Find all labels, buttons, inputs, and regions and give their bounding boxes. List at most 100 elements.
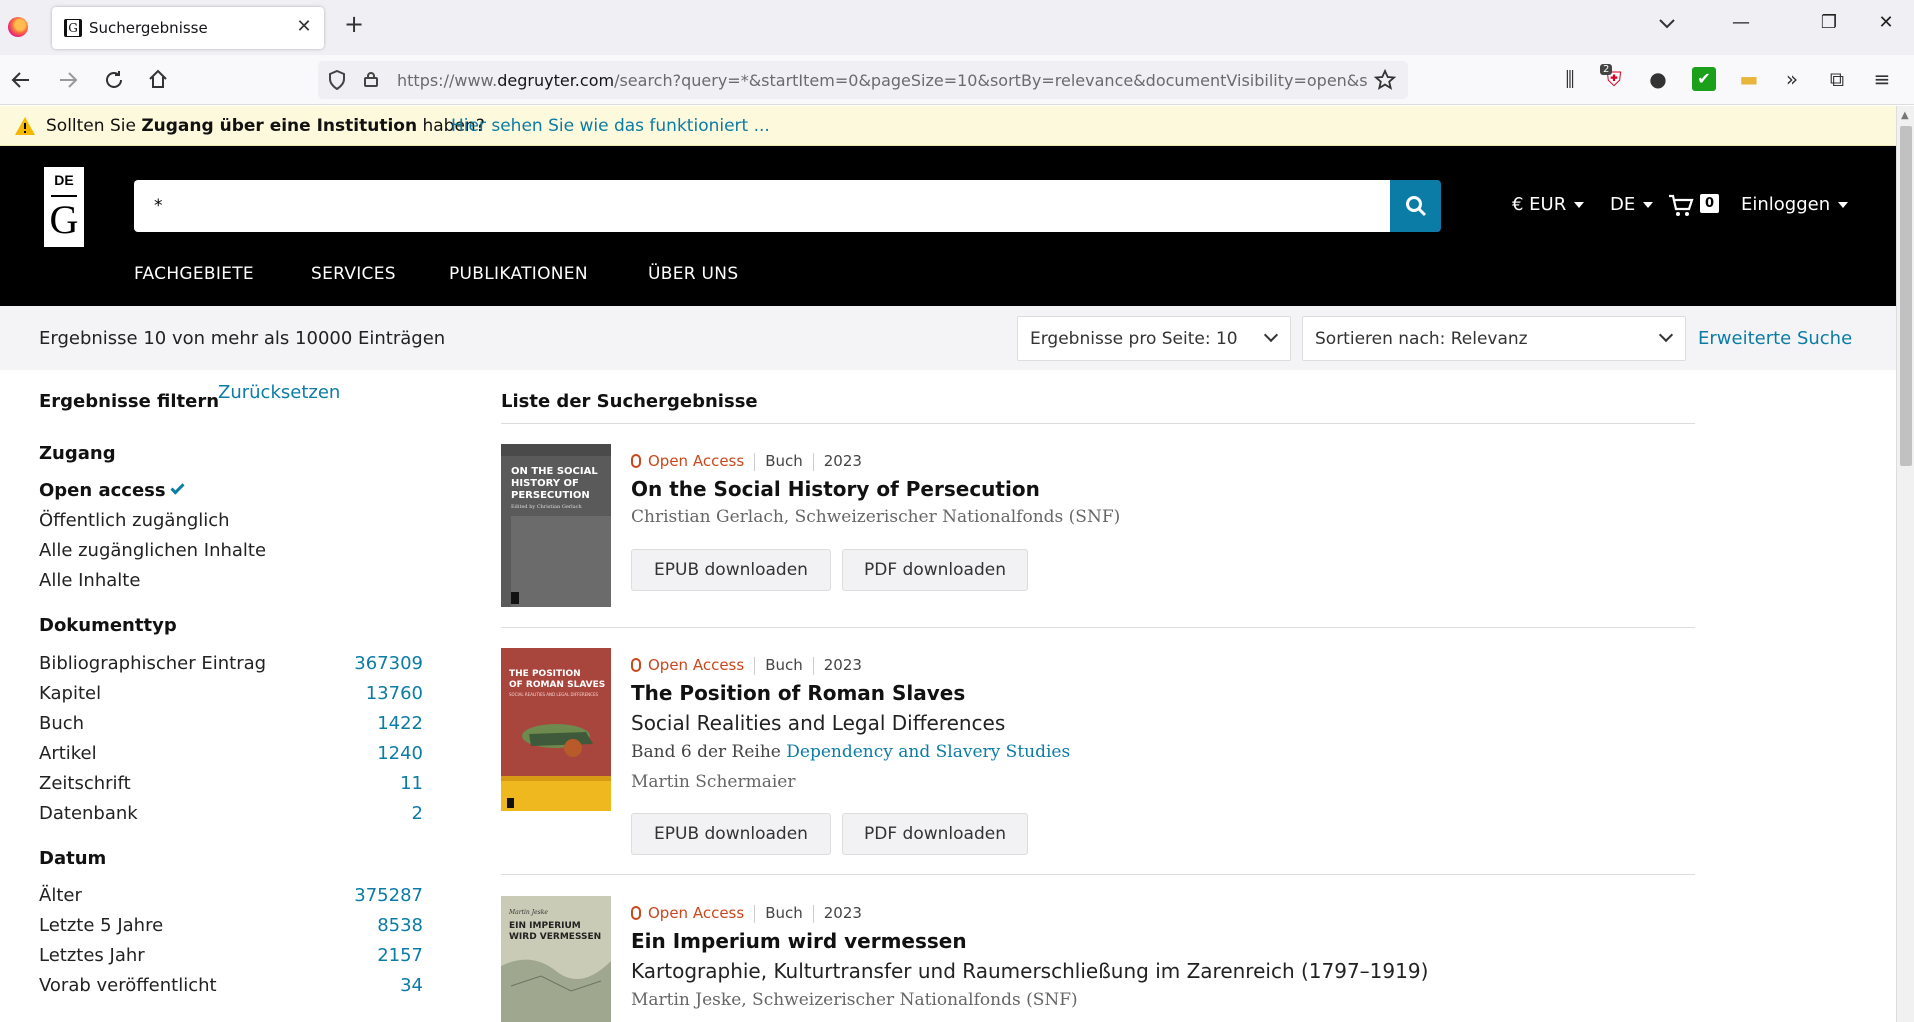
- search-input[interactable]: [154, 192, 1354, 220]
- nav-publikationen[interactable]: PUBLIKATIONEN: [449, 264, 588, 284]
- doctype-row[interactable]: Zeitschrift 11: [39, 773, 423, 799]
- results-bar: Ergebnisse 10 von mehr als 10000 Einträg…: [0, 306, 1896, 370]
- nav-fachgebiete[interactable]: FACHGEBIETE: [134, 264, 254, 284]
- pdf-download-button[interactable]: PDF downloaden: [842, 813, 1028, 855]
- currency-dropdown[interactable]: € EUR: [1512, 194, 1585, 215]
- result-year: 2023: [823, 904, 862, 922]
- scroll-up-icon[interactable]: ▲: [1901, 110, 1909, 121]
- result-type: Buch: [765, 452, 803, 470]
- minimize-icon[interactable]: —: [1723, 12, 1759, 33]
- doctype-row[interactable]: Buch 1422: [39, 713, 423, 739]
- new-tab-icon[interactable]: +: [344, 10, 364, 38]
- restore-icon[interactable]: ❐: [1811, 12, 1847, 33]
- page-scrollbar[interactable]: ▲: [1896, 106, 1914, 1022]
- notice-link[interactable]: Hier sehen Sie wie das funktioniert ...: [451, 116, 770, 136]
- more-tools-icon[interactable]: »: [1780, 67, 1804, 91]
- result-title[interactable]: On the Social History of Persecution: [631, 477, 1040, 501]
- login-dropdown[interactable]: Einloggen: [1741, 194, 1849, 215]
- meta-separator: [754, 452, 756, 471]
- cover-title-line: OF ROMAN SLAVES: [509, 680, 605, 690]
- extensions-puzzle-icon[interactable]: ⧉: [1825, 67, 1849, 91]
- cover-title-line: WIRD VERMESSEN: [509, 932, 601, 942]
- epub-download-button[interactable]: EPUB downloaden: [631, 549, 831, 591]
- caret-down-icon: [1574, 202, 1585, 208]
- doctype-count[interactable]: 2: [412, 803, 423, 824]
- reload-icon[interactable]: [103, 69, 125, 91]
- nav-services[interactable]: SERVICES: [311, 264, 396, 284]
- advanced-search-link[interactable]: Erweiterte Suche: [1698, 328, 1852, 349]
- access-option-all[interactable]: Alle Inhalte: [39, 570, 140, 591]
- doctype-count[interactable]: 367309: [354, 653, 423, 674]
- result-item: Martin Jeske EIN IMPERIUM WIRD VERMESSEN…: [501, 896, 1695, 1022]
- extension-bulb-icon[interactable]: ●: [1646, 67, 1670, 91]
- notice-text: Sollten Sie Zugang über eine Institution…: [46, 116, 485, 136]
- doctype-label: Kapitel: [39, 683, 102, 704]
- date-count[interactable]: 8538: [377, 915, 423, 936]
- url-bar[interactable]: https://www.degruyter.com/search?query=*…: [318, 61, 1408, 99]
- tab-list-chevron-icon[interactable]: [1658, 18, 1676, 30]
- doctype-row[interactable]: Datenbank 2: [39, 803, 423, 829]
- window-close-icon[interactable]: ✕: [1868, 12, 1904, 33]
- cover-title-line: HISTORY OF: [511, 478, 579, 489]
- book-cover-image[interactable]: Martin Jeske EIN IMPERIUM WIRD VERMESSEN: [501, 896, 611, 1022]
- per-page-select[interactable]: Ergebnisse pro Seite: 10: [1017, 316, 1291, 361]
- result-year: 2023: [823, 656, 862, 674]
- date-count[interactable]: 34: [400, 975, 423, 996]
- browser-tab[interactable]: G Suchergebnisse ✕: [52, 7, 324, 49]
- date-label: Vorab veröffentlicht: [39, 975, 217, 996]
- date-row[interactable]: Letzte 5 Jahre 8538: [39, 915, 423, 941]
- pdf-download-button[interactable]: PDF downloaden: [842, 549, 1028, 591]
- book-cover-image[interactable]: THE POSITION OF ROMAN SLAVES SOCIAL REAL…: [501, 648, 611, 811]
- bookmark-star-icon[interactable]: [1374, 69, 1396, 91]
- epub-download-button[interactable]: EPUB downloaden: [631, 813, 831, 855]
- doctype-count[interactable]: 1422: [377, 713, 423, 734]
- result-subtitle: Kartographie, Kulturtransfer und Raumers…: [631, 959, 1429, 983]
- firefox-logo-icon[interactable]: [8, 17, 28, 37]
- access-option-accessible[interactable]: Alle zugänglichen Inhalte: [39, 540, 266, 561]
- degruyter-logo[interactable]: DE G: [44, 167, 84, 247]
- access-option-public[interactable]: Öffentlich zugänglich: [39, 510, 230, 531]
- search-button[interactable]: [1390, 180, 1441, 232]
- extension-check-icon[interactable]: ✔: [1692, 67, 1716, 91]
- book-cover-image[interactable]: ON THE SOCIAL HISTORY OF PERSECUTION Edi…: [501, 444, 611, 607]
- doctype-count[interactable]: 11: [400, 773, 423, 794]
- doctype-row[interactable]: Kapitel 13760: [39, 683, 423, 709]
- url-text[interactable]: https://www.degruyter.com/search?query=*…: [397, 71, 1367, 90]
- tracking-shield-icon[interactable]: [328, 70, 346, 90]
- doctype-count[interactable]: 13760: [366, 683, 423, 704]
- home-icon[interactable]: [147, 68, 169, 90]
- date-row[interactable]: Letztes Jahr 2157: [39, 945, 423, 971]
- cart-icon[interactable]: [1668, 194, 1694, 218]
- result-meta: Open Access Buch 2023: [631, 452, 862, 471]
- lock-icon[interactable]: [364, 71, 378, 87]
- date-count[interactable]: 375287: [354, 885, 423, 906]
- cart-count-badge[interactable]: 0: [1700, 194, 1720, 213]
- app-menu-icon[interactable]: ≡: [1870, 67, 1894, 91]
- forward-arrow-icon[interactable]: [57, 69, 79, 91]
- doctype-count[interactable]: 1240: [377, 743, 423, 764]
- cover-title-line: ON THE SOCIAL: [511, 466, 598, 477]
- doctype-row[interactable]: Artikel 1240: [39, 743, 423, 769]
- language-dropdown[interactable]: DE: [1610, 194, 1654, 215]
- result-title[interactable]: The Position of Roman Slaves: [631, 681, 965, 705]
- per-page-label: Ergebnisse pro Seite: 10: [1030, 329, 1238, 349]
- institution-notice: Sollten Sie Zugang über eine Institution…: [0, 106, 1896, 146]
- tab-close-icon[interactable]: ✕: [294, 16, 314, 37]
- date-row[interactable]: Älter 375287: [39, 885, 423, 911]
- doctype-label: Bibliographischer Eintrag: [39, 653, 267, 674]
- series-link[interactable]: Dependency and Slavery Studies: [786, 742, 1070, 762]
- nav-ueber-uns[interactable]: ÜBER UNS: [648, 264, 738, 284]
- library-icon[interactable]: ⫼: [1558, 67, 1582, 91]
- back-arrow-icon[interactable]: [10, 69, 32, 91]
- sort-select[interactable]: Sortieren nach: Relevanz: [1302, 316, 1686, 361]
- date-row[interactable]: Vorab veröffentlicht 34: [39, 975, 423, 1001]
- logo-de: DE: [54, 172, 74, 188]
- access-option-open-access[interactable]: Open access: [39, 480, 185, 501]
- scroll-thumb[interactable]: [1900, 126, 1912, 466]
- reset-filters-link[interactable]: Zurücksetzen: [218, 382, 340, 403]
- date-count[interactable]: 2157: [377, 945, 423, 966]
- result-title[interactable]: Ein Imperium wird vermessen: [631, 929, 967, 953]
- meta-separator: [812, 452, 814, 471]
- doctype-row[interactable]: Bibliographischer Eintrag 367309: [39, 653, 423, 679]
- extension-folder-icon[interactable]: ▬: [1737, 67, 1761, 91]
